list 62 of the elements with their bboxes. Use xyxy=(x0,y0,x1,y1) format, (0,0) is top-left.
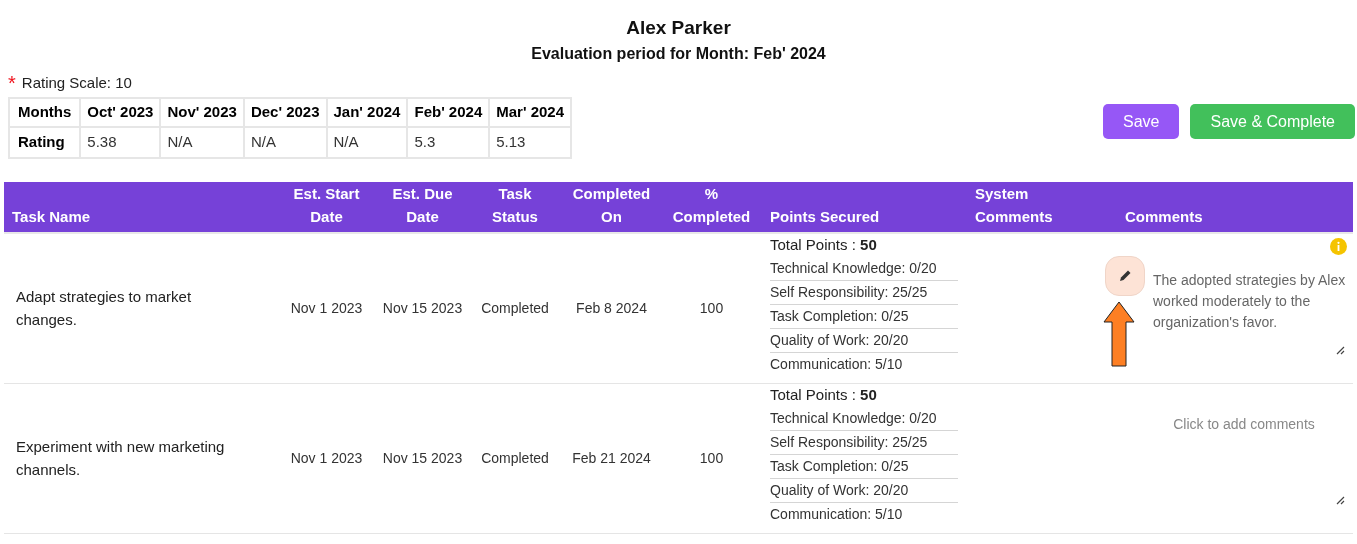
table-cell-text: Nov 1 2023 xyxy=(290,448,363,468)
table-cell-text: Nov 1 2023 xyxy=(290,298,363,318)
table-header: Rating xyxy=(9,126,81,158)
task-name: Adapt strategies to market changes. xyxy=(16,287,193,330)
comment-text: The adopted strategies by Alex worked moderately to the organization's favor. xyxy=(1153,270,1347,332)
column-header: Est. Due Date xyxy=(391,183,454,227)
save-complete-button[interactable]: Save & Complete xyxy=(1190,104,1355,139)
total-points: Total Points : 50 xyxy=(770,234,878,255)
column-header: Task Status xyxy=(491,183,539,227)
table-cell-text: 100 xyxy=(699,298,724,318)
month-header: Oct' 2023 xyxy=(80,97,161,127)
points-item: Communication: 5/10 xyxy=(770,504,904,524)
rating-cell: N/A xyxy=(243,126,327,158)
required-asterisk: * xyxy=(8,75,16,92)
comment-field[interactable]: Click to add comments xyxy=(1133,413,1347,511)
points-item: Quality of Work: 20/20 xyxy=(770,478,958,503)
month-header: Nov' 2023 xyxy=(160,97,244,127)
points-item: Technical Knowledge: 0/20 xyxy=(770,256,958,281)
column-header: Completed On xyxy=(571,183,652,227)
table-cell-text: Feb 8 2024 xyxy=(576,298,647,318)
total-points: Total Points : 50 xyxy=(770,384,878,405)
rating-cell: N/A xyxy=(326,126,408,158)
month-header: Feb' 2024 xyxy=(407,97,490,127)
month-header: Dec' 2023 xyxy=(243,97,327,127)
column-header: % Completed xyxy=(671,183,752,227)
comment-field[interactable]: The adopted strategies by Alex worked moderately to the organization's favor. xyxy=(1133,263,1347,361)
points-item: Self Responsibility: 25/25 xyxy=(770,280,958,305)
points-item: Self Responsibility: 25/25 xyxy=(770,430,958,455)
employee-name: Alex Parker xyxy=(626,16,731,40)
column-header: Task Name xyxy=(12,206,92,227)
table-cell-text: 100 xyxy=(699,448,724,468)
evaluation-period: Evaluation period for Month: Feb' 2024 xyxy=(531,44,826,64)
table-cell-text: Completed xyxy=(481,298,549,318)
points-item: Task Completion: 0/25 xyxy=(770,304,958,329)
column-header: Comments xyxy=(1125,206,1204,227)
rating-scale: Rating Scale: 10 xyxy=(21,73,132,93)
pencil-icon xyxy=(1118,268,1132,283)
month-header: Jan' 2024 xyxy=(326,97,408,127)
table-header: Months xyxy=(9,97,81,127)
table-cell-text: Nov 15 2023 xyxy=(382,298,463,318)
column-header: System Comments xyxy=(975,183,1054,227)
table-cell-text: Completed xyxy=(481,448,549,468)
rating-cell: 5.3 xyxy=(407,126,490,158)
edit-button[interactable] xyxy=(1105,255,1145,296)
task-name: Experiment with new marketing channels. xyxy=(16,437,226,480)
rating-cell: 5.13 xyxy=(489,126,572,158)
column-header: Points Secured xyxy=(770,206,881,227)
points-item: Task Completion: 0/25 xyxy=(770,454,958,479)
table-cell-text: Nov 15 2023 xyxy=(382,448,463,468)
comment-placeholder: Click to add comments xyxy=(1172,414,1316,434)
up-arrow-icon xyxy=(1103,300,1135,367)
rating-cell: 5.38 xyxy=(80,126,161,158)
column-header: Est. Start Date xyxy=(292,183,361,227)
points-item: Technical Knowledge: 0/20 xyxy=(770,406,958,431)
points-item: Quality of Work: 20/20 xyxy=(770,328,958,353)
table-cell-text: Feb 21 2024 xyxy=(572,448,651,468)
month-header: Mar' 2024 xyxy=(489,97,572,127)
resize-handle-icon[interactable] xyxy=(1336,345,1345,355)
save-button[interactable]: Save xyxy=(1103,104,1180,139)
points-item: Communication: 5/10 xyxy=(770,354,904,374)
resize-handle-icon[interactable] xyxy=(1336,495,1345,505)
rating-cell: N/A xyxy=(160,126,244,158)
